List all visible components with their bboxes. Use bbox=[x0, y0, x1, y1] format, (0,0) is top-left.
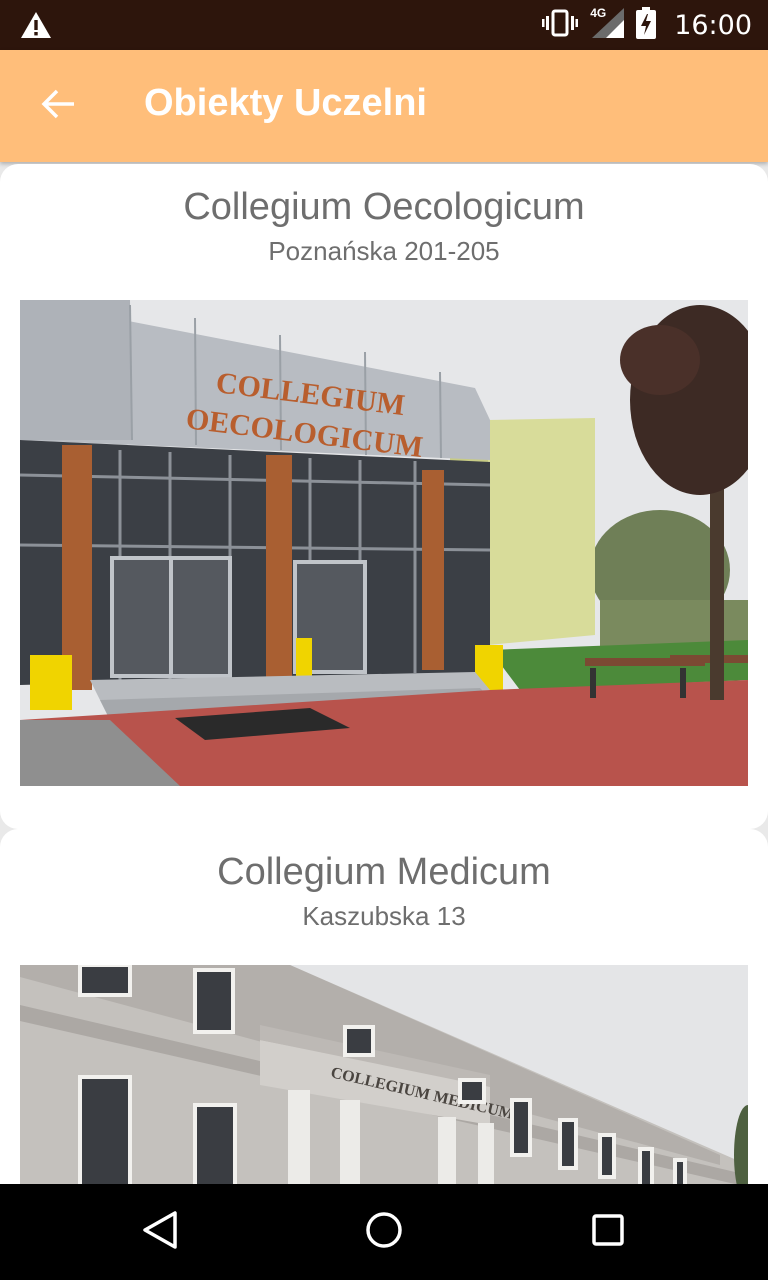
signal-icon: 4G bbox=[590, 5, 625, 43]
building-list[interactable]: Collegium Oecologicum Poznańska 201-205 bbox=[0, 162, 768, 1184]
status-time: 16:00 bbox=[674, 9, 752, 41]
network-type-label: 4G bbox=[590, 5, 607, 20]
status-icons: 4G 16:00 bbox=[542, 0, 752, 50]
status-bar: 4G 16:00 bbox=[0, 0, 768, 50]
arrow-back-icon bbox=[41, 89, 75, 124]
back-button[interactable] bbox=[30, 78, 86, 134]
nav-home-button[interactable] bbox=[356, 1204, 412, 1260]
nav-back-button[interactable] bbox=[132, 1204, 188, 1260]
warning-icon bbox=[20, 11, 52, 44]
building-name: Collegium Oecologicum bbox=[183, 186, 585, 228]
battery-charging-icon bbox=[636, 6, 657, 44]
recents-square-icon bbox=[591, 1213, 625, 1252]
back-triangle-icon bbox=[142, 1210, 178, 1254]
page-title: Obiekty Uczelni bbox=[144, 82, 427, 124]
building-photo[interactable]: COLLEGIUM OECOLOGICUM bbox=[20, 300, 748, 786]
navigation-bar bbox=[0, 1184, 768, 1280]
nav-recents-button[interactable] bbox=[580, 1204, 636, 1260]
building-card-oecologicum[interactable]: Collegium Oecologicum Poznańska 201-205 bbox=[0, 164, 768, 829]
building-address: Poznańska 201-205 bbox=[268, 236, 500, 266]
app-bar: Obiekty Uczelni bbox=[0, 50, 768, 162]
building-name: Collegium Medicum bbox=[217, 851, 551, 893]
vibrate-icon bbox=[542, 9, 579, 42]
building-address: Kaszubska 13 bbox=[302, 901, 466, 931]
home-circle-icon bbox=[365, 1211, 403, 1254]
building-photo[interactable]: COLLEGIUM MEDICUM bbox=[20, 965, 748, 1184]
building-card-medicum[interactable]: Collegium Medicum Kaszubska 13 COLLEGIUM… bbox=[0, 829, 768, 1184]
